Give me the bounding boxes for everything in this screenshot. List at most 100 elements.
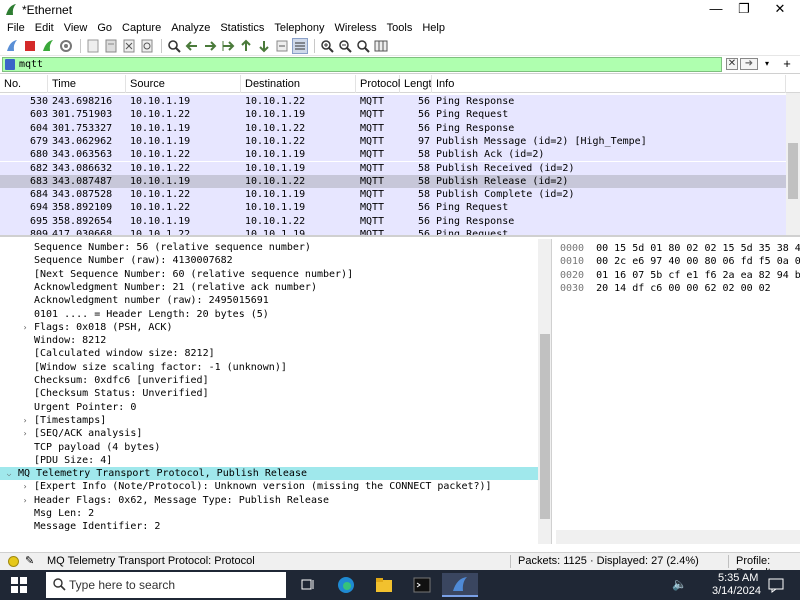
menu-tools[interactable]: Tools [383, 22, 419, 34]
edge-browser-icon[interactable] [328, 573, 364, 597]
wireshark-taskbar-icon[interactable] [442, 573, 478, 597]
zoom-out-icon[interactable] [337, 38, 353, 54]
taskbar-search-box[interactable]: Type here to search [46, 572, 286, 598]
menu-capture[interactable]: Capture [118, 22, 167, 34]
detail-row[interactable]: Sequence Number: 56 (relative sequence n… [0, 241, 538, 254]
display-filter-input[interactable] [19, 58, 709, 71]
detail-row[interactable]: Msg Len: 2 [0, 507, 538, 520]
add-filter-button[interactable]: + [780, 57, 794, 71]
detail-row[interactable]: › [SEQ/ACK analysis] [0, 427, 538, 440]
start-capture-icon[interactable] [4, 38, 20, 54]
detail-row[interactable]: [PDU Size: 4] [0, 454, 538, 467]
notifications-icon[interactable] [768, 577, 784, 593]
menu-statistics[interactable]: Statistics [216, 22, 270, 34]
autoscroll-icon[interactable] [274, 38, 290, 54]
detail-row[interactable]: TCP payload (4 bytes) [0, 441, 538, 454]
menu-go[interactable]: Go [93, 22, 118, 34]
menu-edit[interactable]: Edit [31, 22, 60, 34]
column-info[interactable]: Info [432, 75, 786, 93]
packet-row[interactable]: 684 343.087528 10.10.1.22 10.10.1.19 MQTT 58 P… [0, 188, 786, 202]
filter-history-dropdown[interactable]: ▾ [762, 58, 772, 70]
clock-time[interactable]: 5:35 AM [718, 572, 758, 584]
go-forward-icon[interactable] [202, 38, 218, 54]
detail-row[interactable]: Acknowledgment number (raw): 2495015691 [0, 294, 538, 307]
collapsed-arrow-icon[interactable]: › [20, 414, 30, 427]
packet-row[interactable]: 809 417.030668 10.10.1.22 10.10.1.19 MQTT 56 P… [0, 228, 786, 235]
clock-date[interactable]: 3/14/2024 [712, 585, 761, 597]
reload-file-icon[interactable] [139, 38, 155, 54]
colorize-icon[interactable] [292, 37, 308, 54]
close-file-icon[interactable] [121, 38, 137, 54]
bytes-row[interactable]: 0000 00 15 5d 01 80 02 02 15 5d 35 38 46 … [560, 242, 800, 255]
find-packet-icon[interactable] [166, 38, 182, 54]
column-protocol[interactable]: Protocol [356, 75, 400, 93]
go-back-icon[interactable] [184, 38, 200, 54]
bookmark-icon[interactable] [5, 59, 15, 70]
column-no[interactable]: No. [0, 75, 48, 93]
terminal-icon[interactable] [404, 573, 440, 597]
packet-row[interactable]: 603 301.751903 10.10.1.22 10.10.1.19 MQTT 56 P… [0, 108, 786, 122]
expanded-arrow-icon[interactable]: ⌵ [4, 467, 14, 480]
clear-filter-button[interactable]: ✕ [726, 58, 738, 70]
menu-view[interactable]: View [60, 22, 94, 34]
packet-row[interactable]: 683 343.087487 10.10.1.19 10.10.1.22 MQTT 58 P… [0, 174, 786, 189]
detail-row[interactable]: [Checksum Status: Unverified] [0, 387, 538, 400]
detail-row[interactable]: Checksum: 0xdfc6 [unverified] [0, 374, 538, 387]
zoom-in-icon[interactable] [319, 38, 335, 54]
display-filter-field[interactable] [2, 57, 722, 72]
collapsed-arrow-icon[interactable]: › [20, 480, 30, 493]
normal-size-icon[interactable] [355, 38, 371, 54]
detail-row[interactable]: › Flags: 0x018 (PSH, ACK) [0, 321, 538, 334]
menu-telephony[interactable]: Telephony [270, 22, 330, 34]
capture-options-icon[interactable] [58, 38, 74, 54]
capture-comment-icon[interactable]: ✎ [25, 555, 37, 567]
menu-wireless[interactable]: Wireless [331, 22, 383, 34]
expert-info-icon[interactable] [8, 556, 19, 567]
task-view-icon[interactable] [290, 573, 326, 597]
detail-row[interactable]: › [Timestamps] [0, 414, 538, 427]
detail-row[interactable]: › [Expert Info (Note/Protocol): Unknown v… [0, 480, 538, 493]
bytes-horizontal-scrollbar[interactable] [556, 530, 800, 544]
bytes-row[interactable]: 0010 00 2c e6 97 40 00 80 06 fd f5 0a 0a … [560, 255, 800, 268]
detail-row[interactable]: [Next Sequence Number: 60 (relative sequ… [0, 268, 538, 281]
collapsed-arrow-icon[interactable]: › [20, 427, 30, 440]
detail-row[interactable]: › Header Flags: 0x62, Message Type: Publi… [0, 494, 538, 507]
column-time[interactable]: Time [48, 75, 126, 93]
bytes-row[interactable]: 0020 01 16 07 5b cf e1 f6 2a ea 82 94 b6 … [560, 269, 800, 282]
packet-row[interactable]: 680 343.063563 10.10.1.22 10.10.1.19 MQTT 58 P… [0, 148, 786, 162]
packet-row[interactable]: 694 358.892109 10.10.1.22 10.10.1.19 MQTT 56 P… [0, 201, 786, 215]
go-to-packet-icon[interactable] [220, 38, 236, 54]
menu-file[interactable]: File [3, 22, 31, 34]
close-button[interactable]: ✕ [764, 0, 796, 20]
restart-capture-icon[interactable] [40, 38, 56, 54]
bytes-row[interactable]: 0030 20 14 df c6 00 00 62 02 00 02 [560, 282, 771, 295]
collapsed-arrow-icon[interactable]: › [20, 494, 30, 507]
column-length[interactable]: Length [400, 75, 432, 93]
packet-row[interactable]: 530 243.698216 10.10.1.19 10.10.1.22 MQTT 56 P… [0, 95, 786, 109]
stop-capture-icon[interactable] [22, 38, 38, 54]
windows-start-icon[interactable] [10, 576, 28, 594]
packet-list-scroll-thumb[interactable] [788, 143, 798, 199]
collapsed-arrow-icon[interactable]: › [20, 321, 30, 334]
volume-muted-icon[interactable]: 🔈 [672, 577, 688, 593]
menu-help[interactable]: Help [418, 22, 451, 34]
detail-row[interactable]: [Window size scaling factor: -1 (unknown… [0, 361, 538, 374]
column-destination[interactable]: Destination [241, 75, 356, 93]
details-scroll-thumb[interactable] [540, 334, 550, 519]
detail-row[interactable]: Window: 8212 [0, 334, 538, 347]
last-packet-icon[interactable] [256, 38, 272, 54]
detail-row[interactable]: Urgent Pointer: 0 [0, 401, 538, 414]
detail-row[interactable]: Message Identifier: 2 [0, 520, 538, 533]
detail-row[interactable]: Sequence Number (raw): 4130007682 [0, 254, 538, 267]
packet-row[interactable]: 695 358.892654 10.10.1.19 10.10.1.22 MQTT 56 P… [0, 214, 786, 228]
packet-row[interactable]: 679 343.062962 10.10.1.19 10.10.1.22 MQTT 97 P… [0, 134, 786, 149]
file-explorer-icon[interactable] [366, 573, 402, 597]
detail-row[interactable]: 0101 .... = Header Length: 20 bytes (5) [0, 308, 538, 321]
apply-filter-button[interactable]: ➜ [740, 58, 758, 70]
resize-columns-icon[interactable] [373, 38, 389, 54]
save-file-icon[interactable] [103, 38, 119, 54]
details-scrollbar[interactable] [538, 239, 551, 544]
detail-row[interactable]: Acknowledgment Number: 21 (relative ack … [0, 281, 538, 294]
maximize-button[interactable]: ❐ [728, 0, 760, 20]
packet-row[interactable]: 604 301.753327 10.10.1.19 10.10.1.22 MQTT 56 P… [0, 121, 786, 135]
